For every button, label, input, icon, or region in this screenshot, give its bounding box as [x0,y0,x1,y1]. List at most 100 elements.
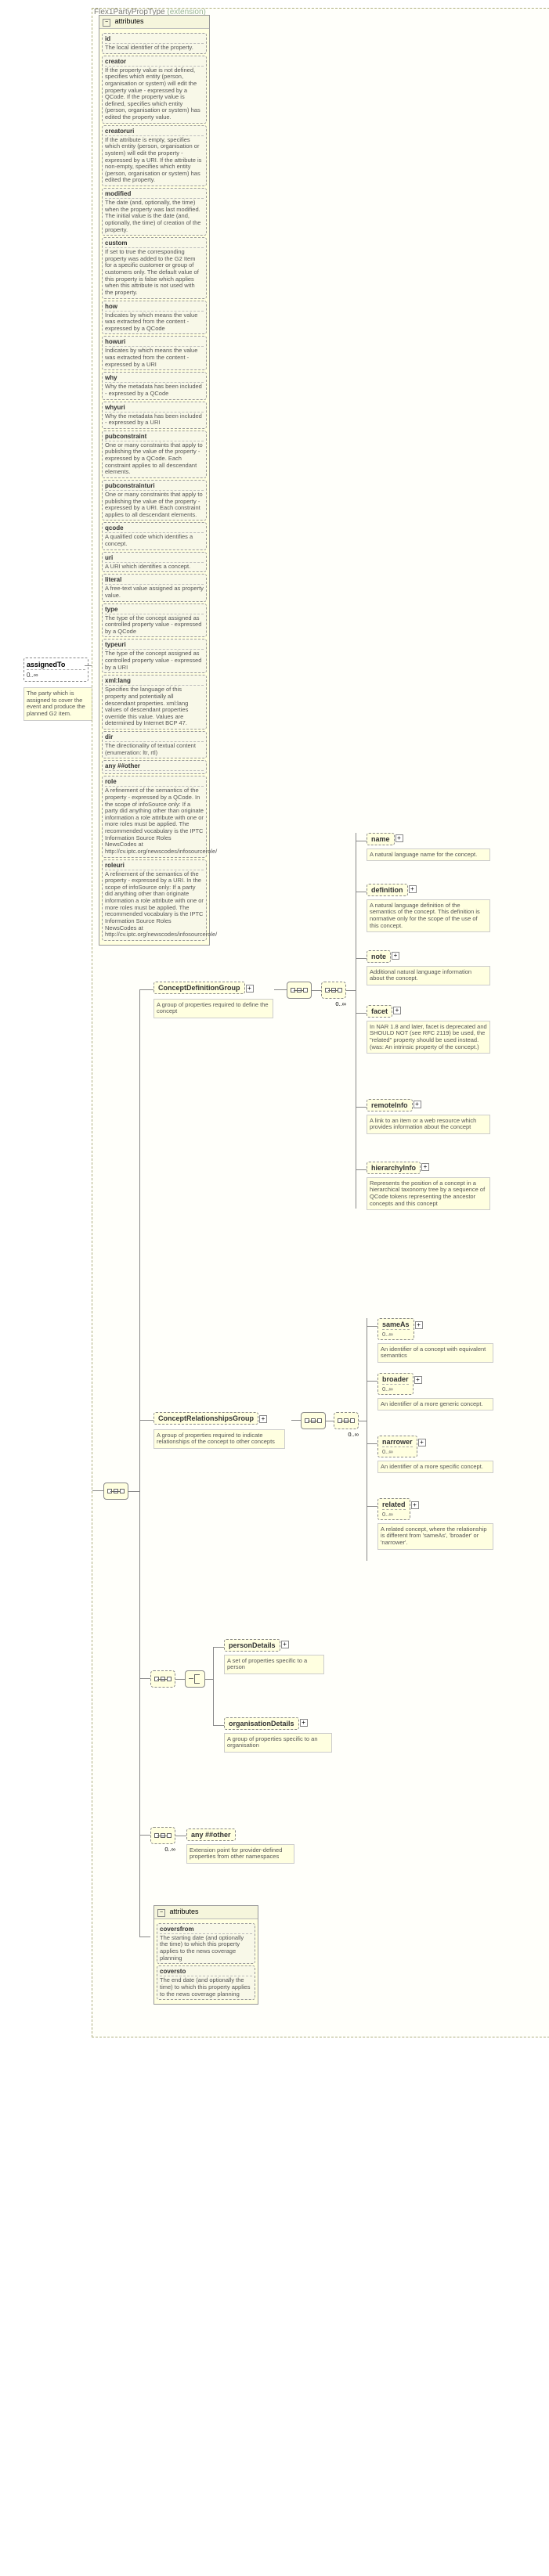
expand-icon[interactable]: + [415,1321,423,1329]
element-name: note [371,953,386,960]
group-concept-relationships: ConceptRelationshipsGroup [154,1412,258,1425]
element-name: broader [382,1375,409,1383]
attribute-item: typeuriThe type of the concept assigned … [102,639,207,673]
connector [139,1835,150,1836]
attribute-desc: Why the metadata has been included - exp… [105,413,204,427]
element-name: narrower [382,1438,413,1446]
attribute-desc: A refinement of the semantics of the pro… [105,871,204,939]
attribute-desc: A refinement of the semantics of the pro… [105,787,204,855]
connector [367,1326,377,1327]
element-note: note [367,950,391,963]
attribute-desc: One or many constraints that apply to pu… [105,492,204,519]
element-cardinality: 0..∞ [382,1447,413,1455]
attribute-item: howuriIndicates by which means the value… [102,336,207,370]
attribute-name: type [105,606,204,614]
attribute-item: any ##other [102,760,207,774]
element-desc: A related concept, where the relationshi… [377,1523,493,1550]
element-desc: Additional natural language information … [367,966,490,985]
attribute-name: whyuri [105,404,204,413]
attribute-name: xml:lang [105,677,204,686]
attribute-name: coversto [160,1968,252,1976]
collapse-icon[interactable]: − [103,19,110,27]
element-desc: An identifier of a concept with equivale… [377,1343,493,1363]
connector [92,1490,103,1491]
sequence-compositor [287,982,312,999]
element-related: related0..∞ [377,1498,410,1520]
element-person-details: personDetails [224,1639,280,1652]
attributes-header: − attributes [99,16,209,29]
attribute-desc: The date (and, optionally, the time) whe… [105,200,204,233]
attribute-desc: If the attribute is empty, specifies whi… [105,137,204,184]
sequence-compositor [103,1483,128,1500]
expand-icon[interactable]: + [300,1719,308,1727]
element-desc: In NAR 1.8 and later, facet is deprecate… [367,1021,490,1054]
attribute-item: typeThe type of the concept assigned as … [102,603,207,638]
element-desc: A natural language name for the concept. [367,848,490,862]
attribute-desc: A URI which identifies a concept. [105,564,204,571]
root-element-desc: The party which is assigned to cover the… [23,687,92,721]
collapse-icon[interactable]: − [157,1909,165,1917]
attribute-desc: The end date (and optionally the time) t… [160,1977,252,1998]
attribute-item: dirThe directionality of textual content… [102,731,207,758]
element-desc: An identifier of a more specific concept… [377,1461,493,1474]
element-desc: A set of properties specific to a person [224,1655,324,1674]
attributes-label: attributes [115,17,144,25]
element-desc: A link to an item or a web resource whic… [367,1115,490,1134]
expand-icon[interactable]: + [392,952,399,960]
element-name: related [382,1501,406,1508]
element-name: remoteInfo [371,1101,408,1109]
connector [291,1420,301,1421]
element-desc: A natural language definition of the sem… [367,899,490,933]
connector [213,1647,214,1725]
attribute-name: any ##other [105,762,204,771]
attribute-name: role [105,778,204,787]
expand-icon[interactable]: + [259,1415,267,1423]
element-cardinality: 0..∞ [382,1509,406,1518]
attribute-name: why [105,374,204,383]
element-cardinality: 0..∞ [382,1329,410,1338]
group-desc: A group of properties required to indica… [154,1429,285,1449]
element-broader: broader0..∞ [377,1373,414,1395]
attribute-name: coversfrom [160,1926,252,1934]
expand-icon[interactable]: + [418,1439,426,1447]
element-remoteInfo: remoteInfo [367,1099,413,1111]
element-name: any ##other [191,1831,231,1839]
connector [139,1678,150,1679]
attribute-item: literalA free-text value assigned as pro… [102,574,207,601]
attribute-item: uriA URI which identifies a concept. [102,552,207,573]
element-name: definition [371,886,403,894]
expand-icon[interactable]: + [246,985,254,993]
connector [85,665,92,666]
expand-icon[interactable]: + [409,885,417,893]
element-name: personDetails [229,1641,276,1649]
attribute-name: literal [105,576,204,585]
attributes-header: − attributes [154,1906,258,1919]
expand-icon[interactable]: + [393,1007,401,1014]
attribute-name: qcode [105,524,204,533]
attribute-desc: If set to true the corresponding propert… [105,249,204,296]
attribute-item: xml:langSpecifies the language of this p… [102,675,207,730]
attribute-name: creator [105,58,204,67]
element-name: hierarchyInfo [371,1164,416,1172]
connector [213,1647,224,1648]
expand-icon[interactable]: + [395,834,403,842]
element-desc: Extension point for provider-defined pro… [186,1844,294,1864]
attribute-desc: Indicates by which means the value was e… [105,348,204,368]
expand-icon[interactable]: + [421,1163,429,1171]
connector [367,1381,377,1382]
attribute-name: uri [105,554,204,563]
sequence-compositor [301,1412,326,1429]
expand-icon[interactable]: + [281,1641,289,1648]
type-container: − attributes idThe local identifier of t… [92,8,549,2037]
expand-icon[interactable]: + [414,1101,421,1108]
expand-icon[interactable]: + [411,1501,419,1509]
connector [213,1725,224,1726]
attributes-label: attributes [170,1908,199,1915]
sequence-compositor-optional [150,1827,175,1844]
attribute-item: roleuriA refinement of the semantics of … [102,859,207,941]
expand-icon[interactable]: + [414,1376,422,1384]
attribute-desc: One or many constraints that apply to pu… [105,442,204,476]
attribute-desc: A qualified code which identifies a conc… [105,534,204,547]
attribute-item: customIf set to true the corresponding p… [102,237,207,298]
attribute-name: custom [105,240,204,248]
